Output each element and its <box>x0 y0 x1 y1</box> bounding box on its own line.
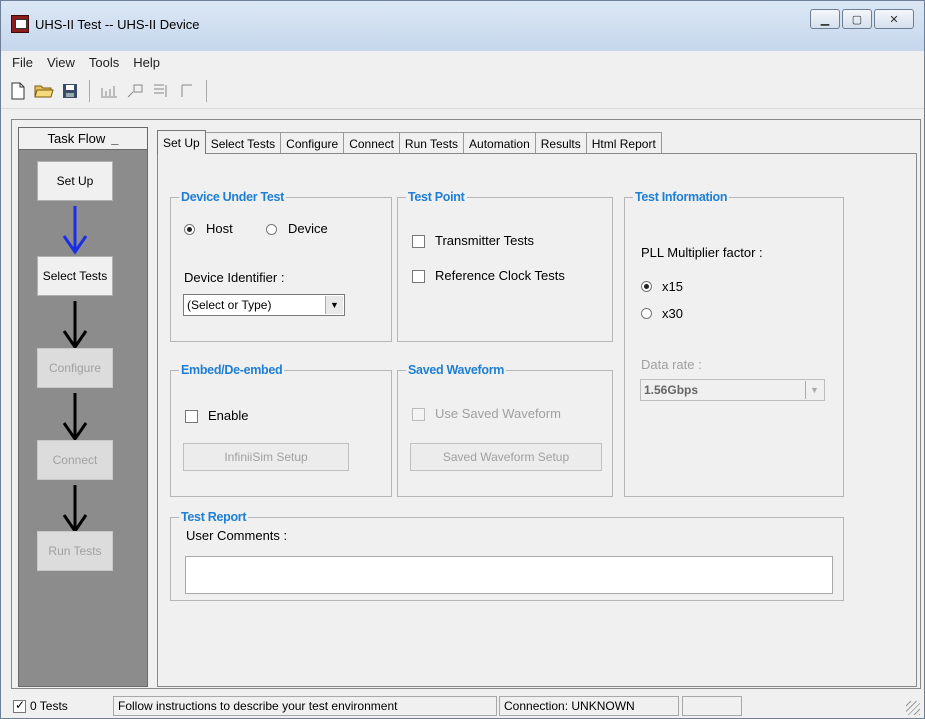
tab-html-report[interactable]: Html Report <box>585 132 662 154</box>
device-identifier-combo[interactable]: (Select or Type) ▼ <box>183 294 345 316</box>
flow-step-configure[interactable]: Configure <box>37 348 113 388</box>
status-bar: 0 Tests Follow instructions to describe … <box>1 694 924 718</box>
flow-arrow-icon <box>62 393 88 442</box>
flow-arrow-icon <box>62 206 88 255</box>
task-flow-minimize-button[interactable]: _ <box>111 131 118 146</box>
saved-waveform-title: Saved Waveform <box>406 363 507 377</box>
flow-arrow-icon <box>62 301 88 350</box>
tab-run-tests[interactable]: Run Tests <box>398 132 465 154</box>
set-up-panel: Device Under Test Host Device Device Ide… <box>157 153 917 687</box>
device-under-test-group: Device Under Test Host Device Device Ide… <box>170 190 392 342</box>
menu-view[interactable]: View <box>40 55 82 70</box>
title-bar[interactable]: UHS-II Test -- UHS-II Device ▁ ▢ ✕ <box>1 1 924 51</box>
test-information-group: Test Information PLL Multiplier factor :… <box>624 190 844 497</box>
status-message: Follow instructions to describe your tes… <box>113 696 497 716</box>
embed-de-embed-title: Embed/De-embed <box>179 363 285 377</box>
test-point-title: Test Point <box>406 190 467 204</box>
tests-count-pane: 0 Tests <box>9 696 107 716</box>
pll-multiplier-label: PLL Multiplier factor : <box>641 245 763 260</box>
tests-checkbox[interactable] <box>13 698 26 713</box>
data-rate-value: 1.56Gbps <box>644 383 699 397</box>
x15-label: x15 <box>662 279 683 294</box>
x15-radio[interactable] <box>641 281 652 292</box>
test-information-title: Test Information <box>633 190 730 204</box>
transmitter-tests-label: Transmitter Tests <box>435 233 534 248</box>
flow-step-run-tests[interactable]: Run Tests <box>37 531 113 571</box>
embed-de-embed-group: Embed/De-embed Enable InfiniiSim Setup <box>170 363 392 497</box>
chart-icon[interactable] <box>98 80 120 102</box>
status-empty-pane <box>682 696 742 716</box>
toolbar <box>1 73 924 109</box>
menu-bar: File View Tools Help <box>1 51 924 73</box>
step-icon[interactable] <box>150 80 172 102</box>
menu-help[interactable]: Help <box>126 55 167 70</box>
chevron-down-icon[interactable]: ▼ <box>805 381 823 399</box>
data-rate-combo[interactable]: 1.56Gbps ▼ <box>640 379 825 401</box>
reference-clock-tests-label: Reference Clock Tests <box>435 268 565 283</box>
menu-tools[interactable]: Tools <box>82 55 126 70</box>
stop-icon[interactable] <box>176 80 198 102</box>
tab-configure[interactable]: Configure <box>280 132 345 154</box>
device-under-test-title: Device Under Test <box>179 190 287 204</box>
flow-step-connect[interactable]: Connect <box>37 440 113 480</box>
save-icon[interactable] <box>59 80 81 102</box>
minimize-button[interactable]: ▁ <box>810 9 840 29</box>
use-saved-waveform-label: Use Saved Waveform <box>435 406 561 421</box>
chevron-down-icon[interactable]: ▼ <box>325 296 343 314</box>
transmitter-tests-checkbox[interactable] <box>412 235 425 248</box>
window-controls: ▁ ▢ ✕ <box>808 9 914 29</box>
device-identifier-value: (Select or Type) <box>187 298 272 312</box>
x30-label: x30 <box>662 306 683 321</box>
resize-grip-icon[interactable] <box>906 701 920 715</box>
device-identifier-label: Device Identifier : <box>184 270 285 285</box>
connection-status: Connection: UNKNOWN <box>499 696 679 716</box>
flow-step-select-tests[interactable]: Select Tests <box>37 256 113 296</box>
flow-arrow-icon <box>62 485 88 534</box>
menu-file[interactable]: File <box>5 55 40 70</box>
infiniisim-setup-button[interactable]: InfiniiSim Setup <box>183 443 349 471</box>
flow-step-set-up[interactable]: Set Up <box>37 161 113 201</box>
device-radio[interactable] <box>266 224 277 235</box>
app-icon <box>11 15 29 33</box>
tab-automation[interactable]: Automation <box>463 132 536 154</box>
main-frame: Task Flow _ Set Up Select Tests Configur… <box>11 119 921 689</box>
toolbar-separator <box>89 79 90 102</box>
tab-select-tests[interactable]: Select Tests <box>204 132 282 154</box>
maximize-button[interactable]: ▢ <box>842 9 872 29</box>
reference-clock-tests-checkbox[interactable] <box>412 270 425 283</box>
task-flow-header: Task Flow _ <box>19 128 147 150</box>
task-flow-panel: Task Flow _ Set Up Select Tests Configur… <box>18 127 148 687</box>
enable-checkbox[interactable] <box>185 410 198 423</box>
toolbar-separator <box>206 79 207 102</box>
window-title: UHS-II Test -- UHS-II Device <box>35 17 200 32</box>
host-radio[interactable] <box>184 224 195 235</box>
app-window: UHS-II Test -- UHS-II Device ▁ ▢ ✕ File … <box>0 0 925 719</box>
tests-count: 0 Tests <box>30 699 68 713</box>
device-label: Device <box>288 221 328 236</box>
close-button[interactable]: ✕ <box>874 9 914 29</box>
saved-waveform-setup-button[interactable]: Saved Waveform Setup <box>410 443 602 471</box>
open-folder-icon[interactable] <box>33 80 55 102</box>
data-rate-label: Data rate : <box>641 357 702 372</box>
task-flow-title: Task Flow <box>47 131 106 146</box>
user-comments-label: User Comments : <box>186 528 288 543</box>
tab-strip: Set Up Select Tests Configure Connect Ru… <box>157 130 662 154</box>
user-comments-input[interactable] <box>185 556 833 594</box>
tab-set-up[interactable]: Set Up <box>157 130 206 154</box>
test-report-group: Test Report User Comments : <box>170 510 844 601</box>
test-report-title: Test Report <box>179 510 249 524</box>
host-label: Host <box>206 221 233 236</box>
test-point-group: Test Point Transmitter Tests Reference C… <box>397 190 613 342</box>
tab-results[interactable]: Results <box>534 132 587 154</box>
saved-waveform-group: Saved Waveform Use Saved Waveform Saved … <box>397 363 613 497</box>
use-saved-waveform-checkbox[interactable] <box>412 408 425 421</box>
new-file-icon[interactable] <box>7 80 29 102</box>
tab-connect[interactable]: Connect <box>343 132 400 154</box>
run-icon[interactable] <box>124 80 146 102</box>
x30-radio[interactable] <box>641 308 652 319</box>
enable-label: Enable <box>208 408 249 423</box>
